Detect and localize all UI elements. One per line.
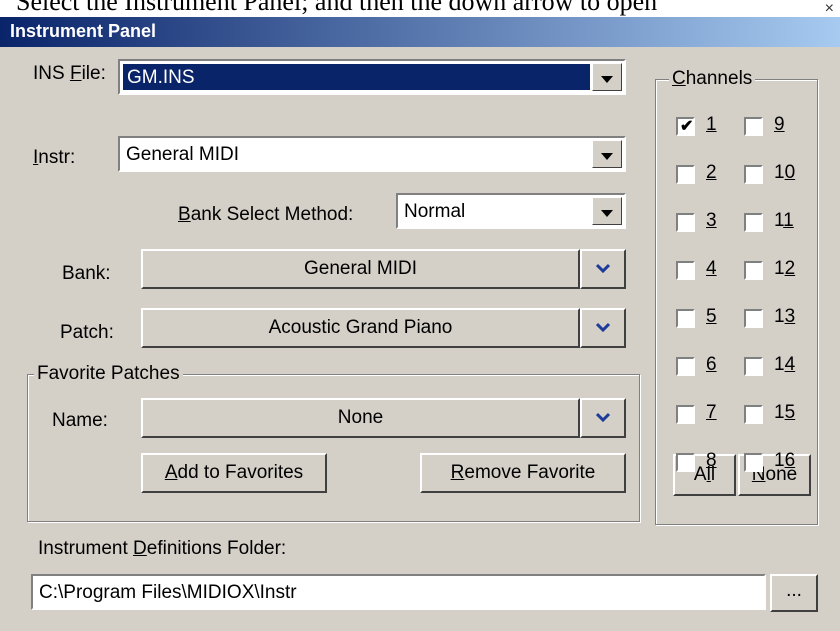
dropdown-arrow-icon [601,76,613,83]
favorite-patches-group: Favorite Patches [27,363,640,522]
instr-dropdown-button[interactable] [592,140,622,168]
channel-9-label: 9 [774,114,785,135]
instr-value: General MIDI [126,144,239,165]
folder-path-value: C:\Program Files\MIDIOX\Instr [39,582,297,603]
ins-file-dropdown-button[interactable] [592,63,622,91]
patch-button[interactable]: Acoustic Grand Piano [141,308,580,348]
window-title: Instrument Panel [10,21,157,41]
channel-10-checkbox[interactable] [744,165,763,184]
channel-14-checkbox[interactable] [744,357,763,376]
channel-13-label: 13 [774,306,796,327]
channel-16-checkbox[interactable] [744,453,763,472]
channel-14-label: 14 [774,354,796,375]
instr-label: Instr: [33,147,76,168]
bank-label: Bank: [62,263,111,284]
dropdown-arrow-icon [601,210,613,217]
browse-folder-button[interactable]: ... [770,574,818,612]
channel-15-checkbox[interactable] [744,405,763,424]
channel-8-label: 8 [706,450,717,471]
dropdown-arrow-icon [601,153,613,160]
instr-combo[interactable]: General MIDI [118,136,626,172]
checkmark-icon: ✔ [680,118,694,135]
channel-16-label: 16 [774,450,796,471]
channel-3-label: 3 [706,210,717,231]
channel-2-label: 2 [706,162,717,183]
patch-dropdown-button[interactable] [580,308,626,348]
chevron-down-icon [596,322,610,332]
channel-12-label: 12 [774,258,796,279]
background-caption: Select the Instrument Panel; and then th… [0,0,840,17]
favorite-name-label: Name: [52,410,108,431]
remove-favorite-button[interactable]: Remove Favorite [420,453,626,493]
channel-7-checkbox[interactable] [676,405,695,424]
channel-5-checkbox[interactable] [676,309,695,328]
channel-11-label: 11 [774,210,794,231]
patch-label: Patch: [60,322,114,343]
channel-1-checkbox[interactable]: ✔ [676,117,695,136]
title-bar[interactable]: Instrument Panel [0,17,840,47]
add-to-favorites-button[interactable]: Add to Favorites [141,453,327,493]
favorite-name-dropdown-button[interactable] [580,398,626,438]
instrument-definitions-folder-label: Instrument Definitions Folder: [38,538,287,559]
channel-6-label: 6 [706,354,717,375]
bank-select-method-combo[interactable]: Normal [396,193,626,229]
channel-4-label: 4 [706,258,717,279]
channel-2-checkbox[interactable] [676,165,695,184]
channel-1-label: 1 [706,114,717,135]
channel-7-label: 7 [706,402,717,423]
channel-4-checkbox[interactable] [676,261,695,280]
caption-text: Select the Instrument Panel; and then th… [16,0,658,16]
instrument-definitions-folder-field[interactable]: C:\Program Files\MIDIOX\Instr [31,574,766,610]
ins-file-label: INS File: [33,63,106,84]
channel-15-label: 15 [774,402,796,423]
instrument-panel-window: Instrument Panel × INS File: GM.INS Inst… [0,1,840,631]
favorite-name-button[interactable]: None [141,398,580,438]
bank-select-method-label: Bank Select Method: [178,204,354,225]
channel-8-checkbox[interactable] [676,453,695,472]
close-icon[interactable]: × [825,1,834,17]
bank-button[interactable]: General MIDI [141,249,580,289]
channel-5-label: 5 [706,306,717,327]
bank-select-method-dropdown-button[interactable] [592,197,622,225]
channels-legend: Channels [669,68,756,90]
channel-9-checkbox[interactable] [744,117,763,136]
channel-3-checkbox[interactable] [676,213,695,232]
channel-10-label: 10 [774,162,796,183]
favorite-patches-legend: Favorite Patches [34,363,183,385]
bank-select-method-value: Normal [404,201,466,222]
channel-11-checkbox[interactable] [744,213,763,232]
bank-dropdown-button[interactable] [580,249,626,289]
channel-13-checkbox[interactable] [744,309,763,328]
chevron-down-icon [596,263,610,273]
ins-file-combo[interactable]: GM.INS [118,59,626,95]
chevron-down-icon [596,412,610,422]
channel-12-checkbox[interactable] [744,261,763,280]
ins-file-selection: GM.INS [123,64,590,90]
channel-6-checkbox[interactable] [676,357,695,376]
